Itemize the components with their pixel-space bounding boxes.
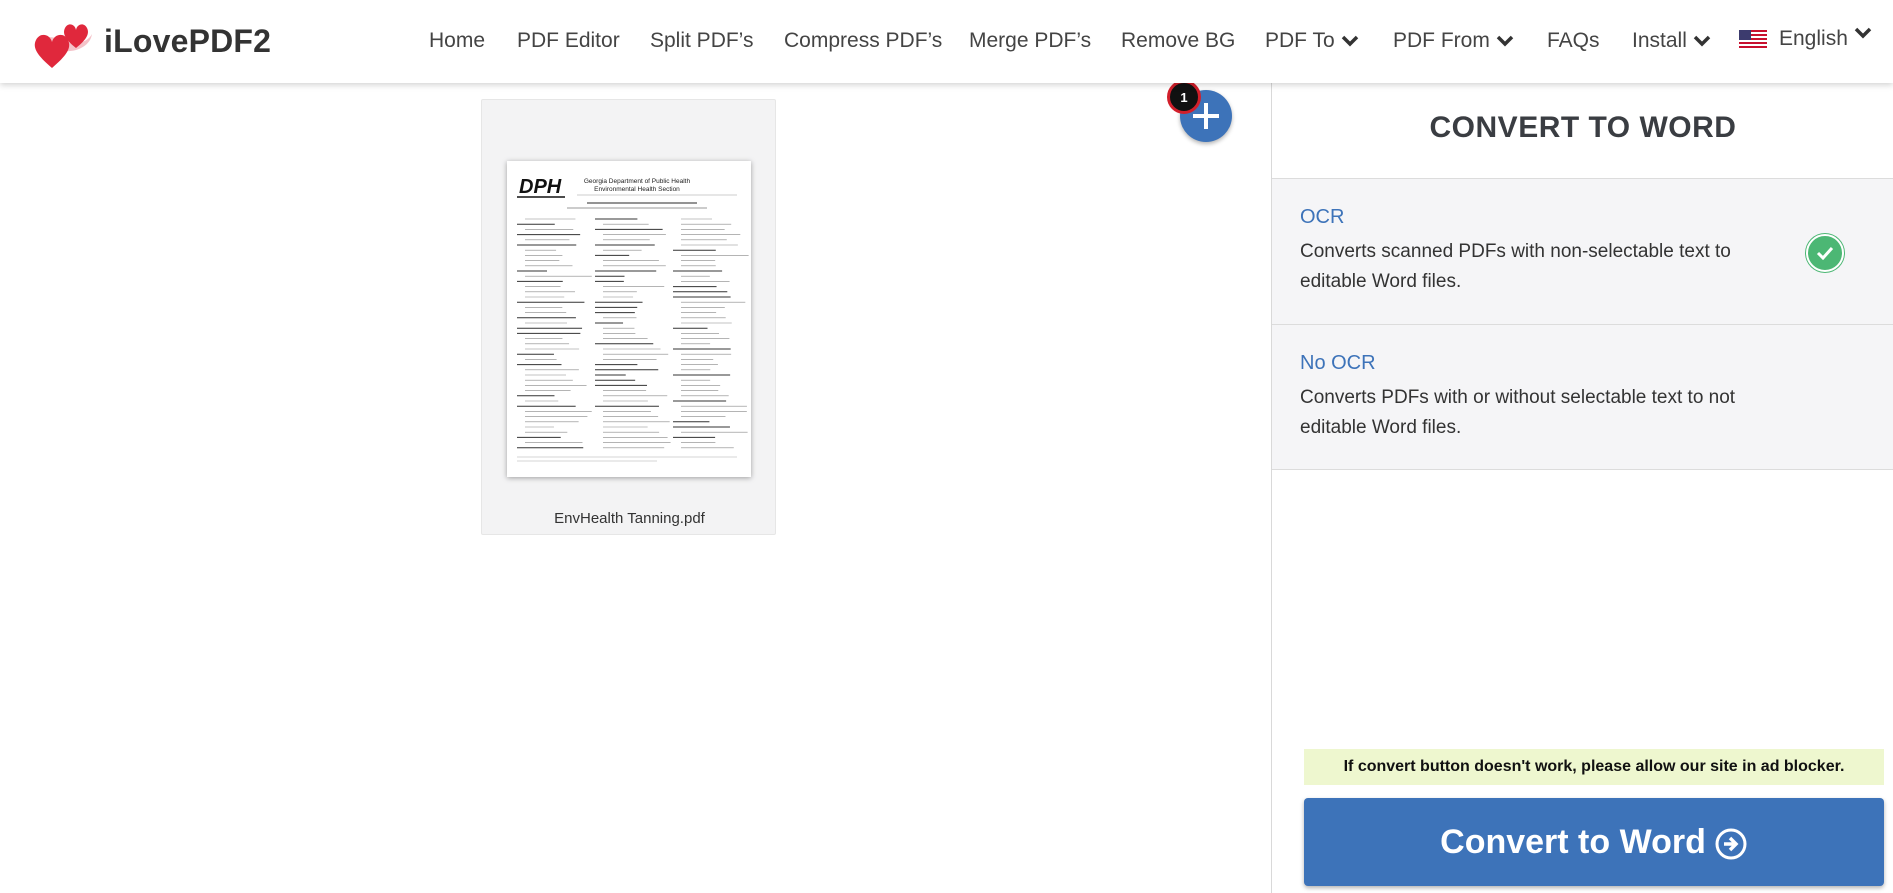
top-header: iLovePDF2 Home PDF Editor Split PDF’s Co… [0, 0, 1893, 83]
option-ocr-title: OCR [1300, 206, 1345, 228]
adblock-note: If convert button doesn't work, please a… [1304, 749, 1884, 785]
nav-split-pdf[interactable]: Split PDF’s [650, 29, 753, 53]
nav-pdf-editor[interactable]: PDF Editor [517, 29, 620, 53]
nav-merge-pdf[interactable]: Merge PDF’s [969, 29, 1091, 53]
nav-pdf-from-label: PDF From [1393, 29, 1490, 52]
nav-compress-pdf[interactable]: Compress PDF’s [784, 29, 942, 53]
nav-pdf-to-label: PDF To [1265, 29, 1335, 52]
option-no-ocr-title: No OCR [1300, 352, 1376, 374]
option-ocr[interactable]: OCR Converts scanned PDFs with non-selec… [1272, 178, 1893, 324]
chevron-down-icon [1854, 21, 1872, 45]
main-nav: Home PDF Editor Split PDF’s Compress PDF… [0, 0, 1893, 83]
arrow-right-circle-icon [1715, 828, 1747, 860]
us-flag-icon [1739, 30, 1767, 48]
file-name: EnvHealth Tanning.pdf [554, 510, 705, 527]
document-preview: DPH Georgia Department of Public Health … [517, 176, 749, 462]
nav-pdf-from[interactable]: PDF From [1393, 29, 1514, 53]
chevron-down-icon [1496, 29, 1514, 53]
nav-faqs[interactable]: FAQs [1547, 29, 1600, 53]
selected-check-icon [1806, 234, 1844, 272]
option-no-ocr-description: Converts PDFs with or without selectable… [1300, 387, 1736, 438]
document-text-lines [517, 218, 749, 449]
sidebar-title: CONVERT TO WORD [1429, 111, 1737, 144]
chevron-down-icon [1341, 29, 1359, 53]
options-sidebar: CONVERT TO WORD OCR Converts scanned PDF… [1271, 83, 1893, 893]
file-count-badge: 1 [1167, 80, 1201, 114]
pdf-page-thumbnail: DPH Georgia Department of Public Health … [507, 161, 751, 477]
thumb-heading-1: Georgia Department of Public Health [584, 178, 691, 185]
thumb-logo: DPH [519, 176, 562, 198]
chevron-down-icon [1693, 29, 1711, 53]
convert-button[interactable]: Convert to Word [1304, 798, 1884, 886]
option-no-ocr[interactable]: No OCR Converts PDFs with or without sel… [1272, 324, 1893, 470]
nav-install-label: Install [1632, 29, 1687, 52]
file-workspace: DPH Georgia Department of Public Health … [0, 80, 1272, 893]
option-ocr-description: Converts scanned PDFs with non-selectabl… [1300, 241, 1731, 292]
language-selector[interactable]: English [1739, 27, 1872, 51]
nav-remove-bg[interactable]: Remove BG [1121, 29, 1235, 53]
nav-install[interactable]: Install [1632, 29, 1711, 53]
nav-pdf-to[interactable]: PDF To [1265, 29, 1359, 53]
nav-home[interactable]: Home [429, 29, 485, 53]
language-label: English [1779, 27, 1848, 50]
convert-button-label: Convert to Word [1440, 822, 1706, 861]
thumb-heading-2: Environmental Health Section [594, 186, 680, 193]
file-card[interactable]: DPH Georgia Department of Public Health … [481, 99, 776, 535]
